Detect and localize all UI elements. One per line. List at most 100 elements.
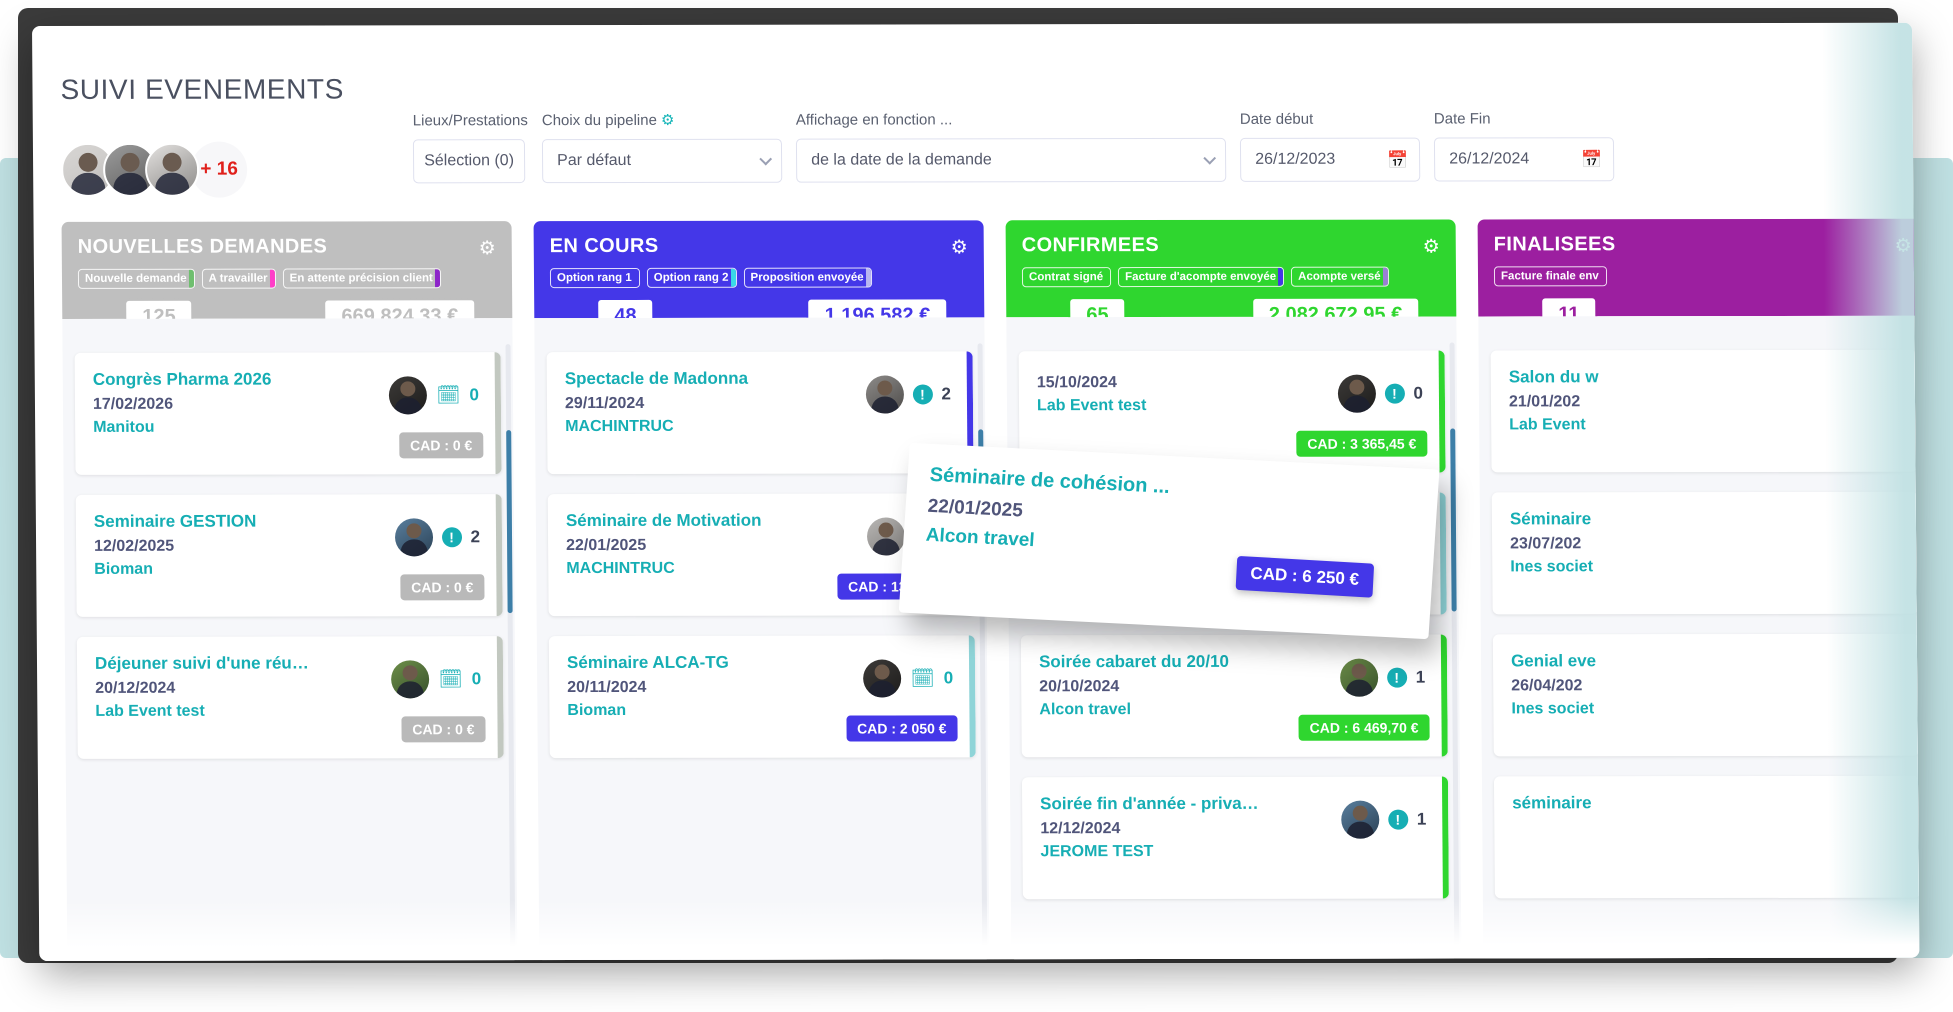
card-status-stripe [1439,492,1447,615]
event-card[interactable]: séminaire [1493,775,1920,899]
gear-icon[interactable]: ⚙ [951,236,968,259]
status-badge[interactable]: Nouvelle demande [77,268,195,289]
column-tag-list: Nouvelle demande A travailler En attente p… [77,268,496,289]
date-debut-input[interactable]: 26/12/2023 📅 [1239,137,1421,182]
column-scrollbar-thumb[interactable] [1450,428,1457,612]
status-badge[interactable]: Option rang 1 [549,267,640,289]
filter-date-fin: Date Fin 26/12/2024 📅 [1433,110,1615,182]
card-meta: ! 1 [1340,800,1427,839]
info-icon[interactable]: ! [441,527,462,548]
card-title: Salon du w [1508,367,1599,387]
chevron-down-icon [1203,151,1217,165]
status-badge[interactable]: A travailler [201,268,276,289]
filter-lieux-prestations: Lieux/Prestations Sélection (0) [412,112,529,184]
avatar[interactable] [863,659,902,698]
card-badge-count: 2 [470,527,481,547]
status-badge[interactable]: Option rang 2 [646,267,737,288]
status-badge[interactable]: Acompte versé [1291,266,1389,287]
event-card[interactable]: Déjeuner suivi d'une réu… 20/12/2024 Lab E… [76,636,504,759]
avatar[interactable] [1337,374,1376,413]
status-badge[interactable]: Proposition envoyée [743,267,872,288]
event-card[interactable]: Soirée cabaret du 20/10 20/10/2024 Alcon t… [1020,634,1448,758]
calendar-icon[interactable]: 🗓 [436,385,460,406]
card-status-stripe [968,635,976,758]
chevron-down-icon [759,152,773,165]
card-date [1512,819,1904,820]
date-fin-input[interactable]: 26/12/2024 📅 [1433,137,1615,182]
card-title: Seminaire GESTION [93,511,257,531]
column-scrollbar[interactable] [977,343,988,955]
event-card[interactable]: Salon du w 21/01/202 Lab Event [1490,349,1918,473]
dragged-card[interactable]: Séminaire de cohésion ... 22/01/2025 Alc… [898,442,1440,640]
card-badge-count: 0 [1413,383,1424,403]
avatar[interactable] [1339,658,1378,697]
card-price-badge: CAD : 3 365,45 € [1296,430,1428,457]
info-icon[interactable]: ! [1386,667,1407,688]
pipeline-select[interactable]: Par défaut [541,138,783,184]
event-card[interactable]: Congrès Pharma 2026 17/02/2026 Manitou 🗓 0 CA… [74,352,502,475]
column-tag-list: Contrat signé Facture d'acompte envoyée Ac… [1021,266,1440,288]
card-badge-count: 1 [1416,809,1427,829]
event-card[interactable]: Soirée fin d'année - priva… 12/12/2024 JER… [1021,776,1449,900]
card-price-badge: CAD : 2 050 € [845,715,958,742]
info-icon[interactable]: ! [1384,383,1405,404]
affichage-select-value: de la date de la demande [811,151,992,169]
avatar[interactable] [866,517,905,556]
card-title: Déjeuner suivi d'une réu… [94,653,309,673]
status-badge-color [865,268,871,287]
status-badge-label: En attente précision client [289,272,433,285]
gear-icon[interactable]: ⚙ [479,237,496,260]
column-scrollbar[interactable] [505,344,516,956]
event-card[interactable]: Séminaire ALCA-TG 20/11/2024 Bioman 🗓 0 CAD :… [548,635,976,759]
status-badge[interactable]: Contrat signé [1021,267,1112,288]
column-scrollbar[interactable] [1449,342,1460,954]
card-badge-count: 0 [471,669,482,689]
status-badge-label: Contrat signé [1028,271,1104,284]
info-icon[interactable]: ! [912,384,933,405]
card-meta: !2 [865,375,951,414]
event-card[interactable]: Seminaire GESTION 12/02/2025 Bioman! 2 CAD :… [75,494,503,617]
calendar-icon[interactable]: 🗓 [910,668,934,689]
gear-icon[interactable]: ⚙ [661,111,675,129]
avatar[interactable] [389,376,428,415]
calendar-icon[interactable]: 🗓 [438,669,462,690]
calendar-icon[interactable]: 📅 [1581,150,1602,169]
status-badge-color [1105,268,1111,287]
column-card-list: Congrès Pharma 2026 17/02/2026 Manitou 🗓 0 CA… [62,318,518,961]
column-tag-list: Facture finale env [1493,266,1912,287]
calendar-icon[interactable]: 📅 [1387,150,1408,169]
filter-label-date-debut: Date début [1239,110,1314,128]
lieux-select-button[interactable]: Sélection (0) [412,139,526,184]
column-scrollbar-thumb[interactable] [506,429,513,613]
avatar-group[interactable]: + 16 [60,141,248,198]
card-title: Soirée fin d'année - priva… [1040,793,1259,814]
filter-label-date-fin: Date Fin [1433,110,1491,128]
status-badge-color [434,269,440,288]
status-badge-label: Proposition envoyée [750,271,864,284]
event-card[interactable]: Genial eve 26/04/202 Ines societ [1492,633,1920,757]
status-badge[interactable]: Facture finale env [1493,266,1607,287]
status-badge[interactable]: Facture d'acompte envoyée [1118,266,1285,288]
card-title: Séminaire [1509,509,1592,529]
filter-label-pipeline: Choix du pipeline ⚙ [542,111,782,129]
avatar[interactable] [391,660,430,699]
avatar[interactable] [144,142,200,197]
event-card[interactable]: Séminaire 23/07/202 Ines societ [1491,491,1919,615]
filter-bar: Lieux/Prestations Sélection (0) Choix du… [412,109,1615,184]
card-status-stripe [1441,776,1449,899]
status-badge-color [730,268,736,287]
gear-icon[interactable]: ⚙ [1423,236,1440,259]
status-badge[interactable]: En attente précision client [282,268,441,289]
card-meta: ! 1 [1339,658,1426,697]
avatar[interactable] [394,518,433,557]
column-title: FINALISEES [1493,233,1616,256]
info-icon[interactable]: ! [1387,809,1408,830]
card-client: MACHINTRUC [565,417,674,436]
avatar-overflow-count[interactable]: + 16 [190,141,248,198]
column-tag-list: Option rang 1 Option rang 2 Proposition en… [549,267,968,289]
avatar[interactable] [865,375,904,414]
status-badge-color [1278,267,1284,286]
affichage-select[interactable]: de la date de la demande [795,137,1227,183]
gear-icon[interactable]: ⚙ [1895,235,1912,258]
avatar[interactable] [1340,800,1379,839]
